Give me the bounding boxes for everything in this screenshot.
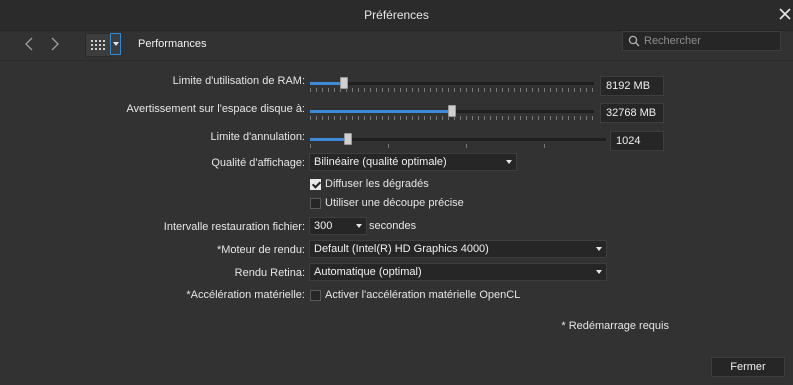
precise-clipping-label: Utiliser une découpe précise [325, 197, 464, 209]
slider-fill [310, 82, 344, 85]
slider-track [310, 82, 594, 85]
chevron-down-icon [506, 160, 512, 164]
retina-rendering-select[interactable]: Automatique (optimal) [309, 263, 607, 281]
chevron-down-icon [356, 224, 362, 228]
disk-warning-slider[interactable] [310, 105, 594, 120]
window-title: Préférences [364, 8, 429, 22]
autosave-interval-select[interactable]: 300 [309, 217, 367, 235]
retina-rendering-value: Automatique (optimal) [314, 266, 422, 278]
display-quality-value: Bilinéaire (qualité optimale) [314, 156, 447, 168]
undo-limit-field[interactable]: 1024 [610, 131, 664, 151]
slider-track [310, 138, 606, 141]
title-bar: Préférences [0, 0, 793, 31]
slider-fill [310, 138, 348, 141]
ram-limit-field[interactable]: 8192 MB [600, 76, 664, 96]
forward-button[interactable] [45, 33, 65, 55]
chevron-down-icon [112, 42, 119, 46]
ram-limit-slider[interactable] [310, 77, 594, 92]
toolbar: Performances Rechercher [0, 31, 793, 59]
render-engine-value: Default (Intel(R) HD Graphics 4000) [314, 243, 489, 255]
undo-limit-label: Limite d'annulation: [210, 131, 305, 143]
section-title: Performances [138, 38, 207, 50]
restart-required-note: * Redémarrage requis [561, 320, 669, 332]
close-button[interactable]: Fermer [711, 357, 785, 377]
disk-warning-label: Avertissement sur l'espace disque à: [126, 103, 305, 115]
disk-warning-field[interactable]: 32768 MB [600, 103, 664, 123]
opencl-label: Activer l'accélération matérielle OpenCL [325, 289, 521, 301]
render-engine-select[interactable]: Default (Intel(R) HD Graphics 4000) [309, 240, 607, 258]
undo-limit-slider[interactable] [310, 133, 606, 148]
display-quality-label: Qualité d'affichage: [211, 157, 305, 169]
opencl-checkbox[interactable] [310, 290, 321, 301]
toolbar-divider [0, 60, 793, 61]
dither-gradients-checkbox[interactable] [310, 179, 321, 190]
ram-limit-label: Limite d'utilisation de RAM: [172, 75, 305, 87]
search-input[interactable]: Rechercher [622, 31, 781, 51]
search-placeholder: Rechercher [644, 35, 701, 47]
close-icon[interactable] [777, 6, 793, 22]
section-menu-button[interactable] [110, 33, 121, 55]
render-engine-label: *Moteur de rendu: [216, 244, 305, 256]
dither-gradients-label: Diffuser les dégradés [325, 178, 429, 190]
slider-ticks [310, 144, 606, 148]
autosave-interval-value: 300 [314, 220, 333, 232]
back-button[interactable] [19, 33, 39, 55]
precise-clipping-checkbox[interactable] [310, 198, 321, 209]
chevron-down-icon [596, 270, 602, 274]
slider-ticks [310, 116, 594, 120]
slider-ticks [310, 88, 594, 92]
retina-rendering-label: Rendu Retina: [234, 267, 305, 279]
hw-acceleration-label: *Accélération matérielle: [186, 289, 305, 301]
chevron-left-icon [25, 37, 33, 51]
show-all-button[interactable] [85, 33, 111, 57]
display-quality-select[interactable]: Bilinéaire (qualité optimale) [309, 153, 517, 171]
autosave-unit-label: secondes [369, 220, 417, 232]
slider-fill [310, 110, 452, 113]
chevron-down-icon [596, 247, 602, 251]
search-icon [628, 35, 640, 47]
chevron-right-icon [51, 37, 59, 51]
autosave-interval-label: Intervalle restauration fichier: [163, 221, 305, 233]
grid-icon [91, 40, 105, 50]
